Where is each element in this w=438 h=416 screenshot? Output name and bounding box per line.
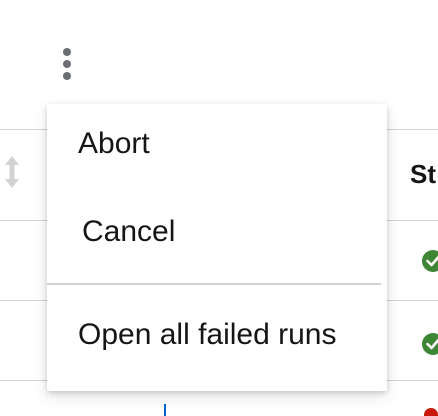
kebab-menu-toggle[interactable] <box>56 46 78 82</box>
menu-divider <box>47 283 381 285</box>
run-link[interactable] <box>164 404 166 416</box>
check-circle-icon <box>422 250 438 272</box>
menu-item-label: Open all failed runs <box>78 318 337 351</box>
menu-item-cancel[interactable]: Cancel <box>47 202 387 262</box>
actions-dropdown-menu: Abort Cancel Open all failed runs <box>47 104 387 391</box>
menu-item-open-failed-runs[interactable]: Open all failed runs <box>47 305 387 365</box>
status-column-header[interactable]: St <box>410 159 436 190</box>
menu-item-abort[interactable]: Abort <box>47 114 387 174</box>
check-circle-icon <box>422 333 438 355</box>
kebab-dot <box>63 72 71 80</box>
sort-icon[interactable] <box>2 154 22 190</box>
exclamation-circle-icon <box>424 408 438 416</box>
menu-item-label: Abort <box>78 127 150 160</box>
menu-item-label: Cancel <box>82 215 176 248</box>
kebab-dot <box>63 60 71 68</box>
kebab-dot <box>63 48 71 56</box>
